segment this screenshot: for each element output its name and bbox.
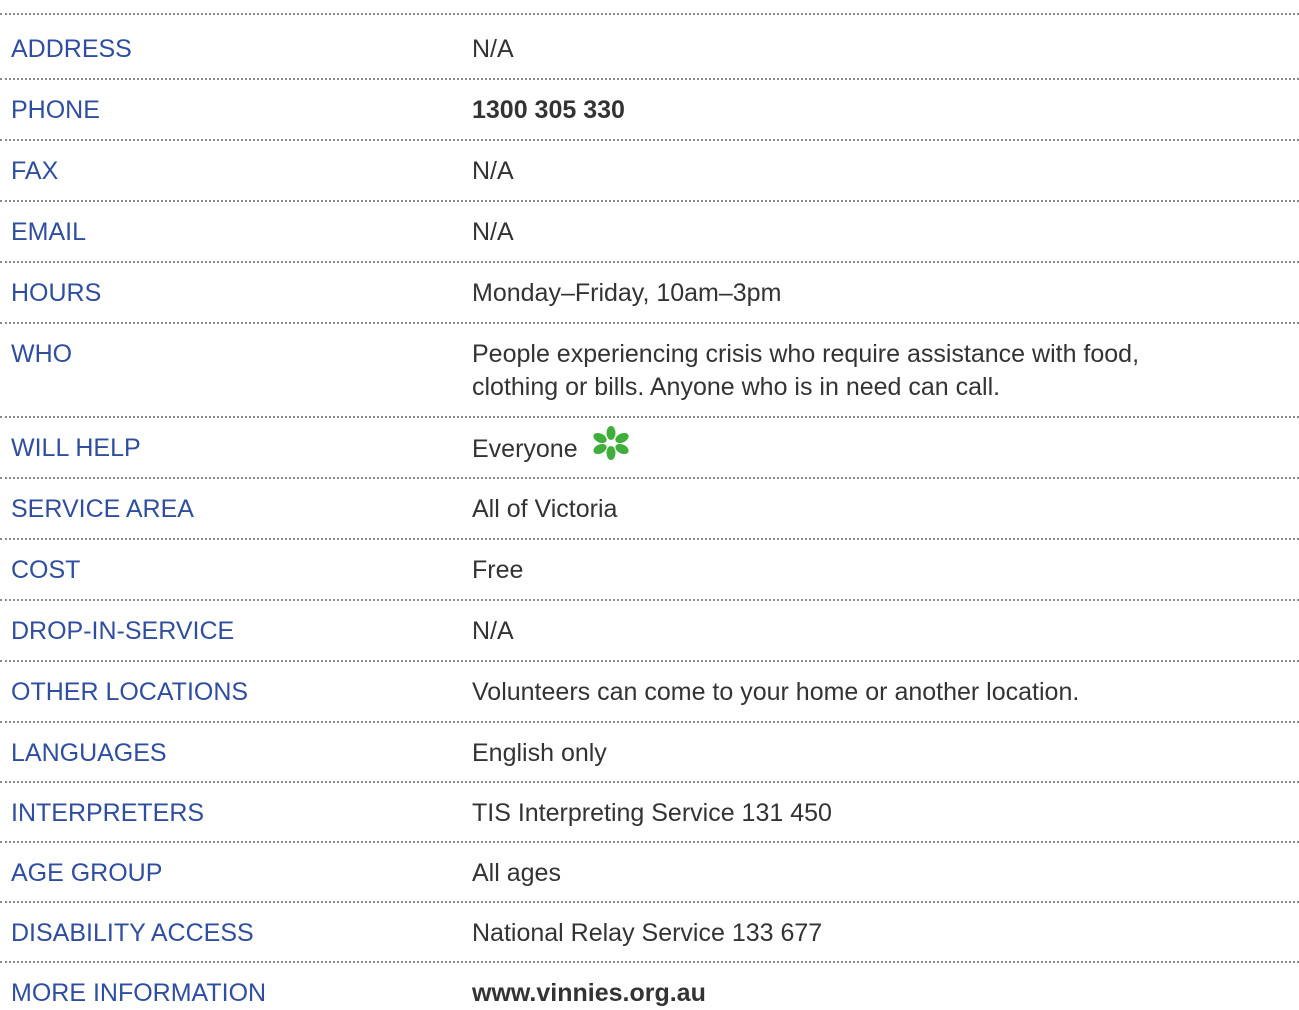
label-other-locations: OTHER LOCATIONS xyxy=(11,678,249,706)
row-email: EMAIL N/A xyxy=(0,200,1299,246)
row-address: ADDRESS N/A xyxy=(0,13,1299,63)
label-email: EMAIL xyxy=(11,218,87,246)
row-phone: PHONE 1300 305 330 xyxy=(0,78,1299,124)
value-phone[interactable]: 1300 305 330 xyxy=(472,94,1272,127)
label-who: WHO xyxy=(11,340,73,368)
label-service-area: SERVICE AREA xyxy=(11,495,194,523)
label-phone: PHONE xyxy=(11,96,100,124)
value-will-help: Everyone xyxy=(472,426,1272,469)
label-age-group: AGE GROUP xyxy=(11,859,163,887)
row-hours: HOURS Monday–Friday, 10am–3pm xyxy=(0,261,1299,307)
value-more-information-link[interactable]: www.vinnies.org.au xyxy=(472,977,1272,1010)
value-address: N/A xyxy=(472,35,514,63)
label-hours: HOURS xyxy=(11,279,102,307)
row-fax: FAX N/A xyxy=(0,139,1299,185)
label-address: ADDRESS xyxy=(11,35,132,63)
row-drop-in-service: DROP-IN-SERVICE N/A xyxy=(0,599,1299,645)
row-other-locations: OTHER LOCATIONS Volunteers can come to y… xyxy=(0,660,1299,706)
value-fax: N/A xyxy=(472,157,514,185)
row-disability-access: DISABILITY ACCESS National Relay Service… xyxy=(0,901,1299,947)
row-will-help: WILL HELP Everyone xyxy=(0,416,1299,463)
label-more-information: MORE INFORMATION xyxy=(11,979,267,1007)
label-interpreters: INTERPRETERS xyxy=(11,799,205,827)
value-disability-access: National Relay Service 133 677 xyxy=(472,919,823,947)
value-hours: Monday–Friday, 10am–3pm xyxy=(472,279,782,307)
row-who: WHO People experiencing crisis who requi… xyxy=(0,322,1299,401)
label-drop-in-service: DROP-IN-SERVICE xyxy=(11,617,235,645)
label-disability-access: DISABILITY ACCESS xyxy=(11,919,254,947)
value-interpreters: TIS Interpreting Service 131 450 xyxy=(472,799,832,827)
row-languages: LANGUAGES English only xyxy=(0,721,1299,767)
value-will-help-text: Everyone xyxy=(472,435,578,464)
value-drop-in-service: N/A xyxy=(472,617,514,645)
green-flower-icon xyxy=(592,426,630,469)
row-cost: COST Free xyxy=(0,538,1299,584)
row-age-group: AGE GROUP All ages xyxy=(0,841,1299,887)
value-age-group: All ages xyxy=(472,859,561,887)
row-more-information: MORE INFORMATION www.vinnies.org.au xyxy=(0,961,1299,1007)
value-other-locations: Volunteers can come to your home or anot… xyxy=(472,678,1080,706)
label-cost: COST xyxy=(11,556,81,584)
value-email: N/A xyxy=(472,218,514,246)
value-languages: English only xyxy=(472,739,607,767)
row-interpreters: INTERPRETERS TIS Interpreting Service 13… xyxy=(0,781,1299,827)
row-service-area: SERVICE AREA All of Victoria xyxy=(0,477,1299,523)
value-who: People experiencing crisis who require a… xyxy=(472,338,1272,404)
value-cost: Free xyxy=(472,556,524,584)
value-service-area: All of Victoria xyxy=(472,495,618,523)
label-will-help: WILL HELP xyxy=(11,434,141,462)
label-fax: FAX xyxy=(11,157,59,185)
value-who-line2: clothing or bills. Anyone who is in need… xyxy=(472,373,1001,401)
value-who-line1: People experiencing crisis who require a… xyxy=(472,340,1140,368)
label-languages: LANGUAGES xyxy=(11,739,167,767)
